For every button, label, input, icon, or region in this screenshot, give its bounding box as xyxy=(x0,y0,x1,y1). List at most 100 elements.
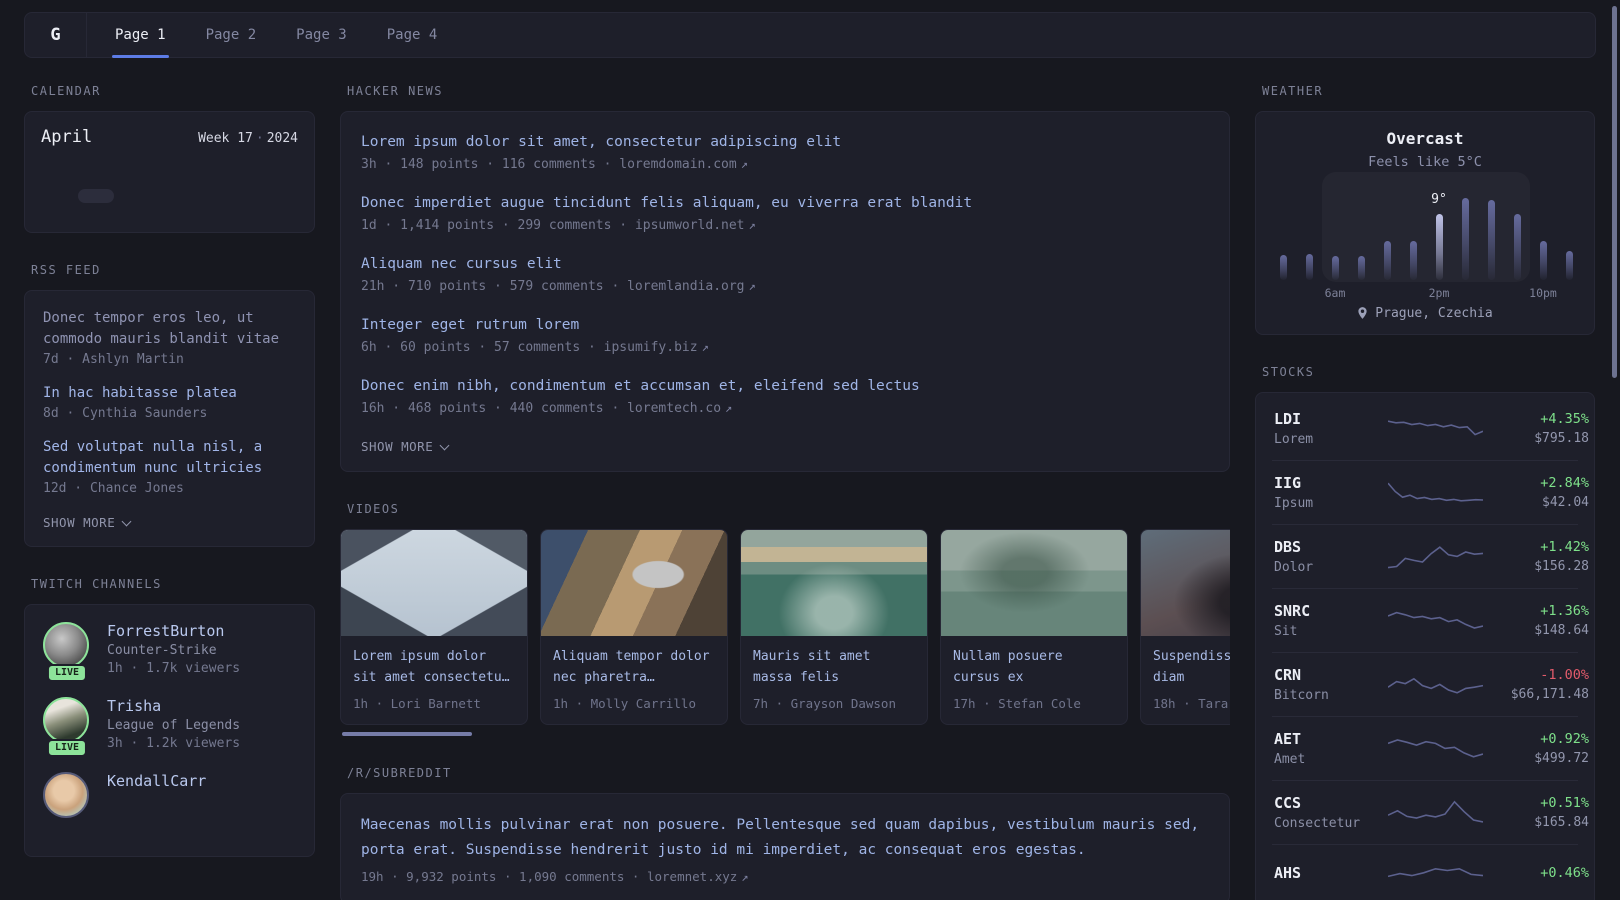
rss-show-more-button[interactable]: SHOW MORE xyxy=(43,515,132,530)
twitch-channel-name: Trisha xyxy=(107,697,162,715)
subreddit-post-meta: 19h · 9,932 points · 1,090 comments · lo… xyxy=(361,869,749,885)
stock-sparkline xyxy=(1388,858,1483,892)
weather-bar-column xyxy=(1478,178,1504,300)
stock-change: +2.84% xyxy=(1540,475,1589,491)
video-title: Mauris sit amet massa felis xyxy=(753,649,871,685)
stock-ticker: CRN xyxy=(1274,666,1302,684)
twitch-channel-row[interactable]: LIVE Trisha League of Legends 3h · 1.2k … xyxy=(43,697,296,757)
rss-item[interactable]: Donec tempor eros leo, ut commodo mauris… xyxy=(43,308,296,367)
page-scrollbar-thumb[interactable] xyxy=(1612,6,1617,378)
stock-change: -1.00% xyxy=(1540,667,1589,683)
stock-row[interactable]: IIG Ipsum +2.84% $42.04 xyxy=(1272,460,1589,524)
calendar-day xyxy=(151,205,188,219)
weather-bar xyxy=(1279,255,1287,280)
weather-bar xyxy=(1513,214,1521,280)
rss-item[interactable]: Sed volutpat nulla nisl, a condimentum n… xyxy=(43,437,296,496)
weather-bar xyxy=(1565,251,1573,280)
twitch-channel-row[interactable]: LIVE ForrestBurton Counter-Strike 1h · 1… xyxy=(43,622,296,682)
video-thumbnail xyxy=(741,530,927,637)
hackernews-show-more-button[interactable]: SHOW MORE xyxy=(361,439,450,454)
hackernews-item: Integer eget rutrum lorem 6h · 60 points… xyxy=(361,314,1209,355)
weather-bar-column xyxy=(1556,178,1582,300)
rss-item-title[interactable]: In hac habitasse platea xyxy=(43,383,296,404)
weather-section: WEATHER Overcast Feels like 5°C 6am 9° 2pm… xyxy=(1255,84,1595,335)
chevron-down-icon xyxy=(121,516,132,526)
hackernews-item-title[interactable]: Donec imperdiet augue tincidunt felis al… xyxy=(361,195,972,211)
hackernews-item-title[interactable]: Donec enim nibh, condimentum et accumsan… xyxy=(361,378,920,394)
videos-scrollbar-thumb[interactable] xyxy=(342,731,472,736)
calendar-day xyxy=(151,189,188,203)
calendar-weekday xyxy=(151,157,188,173)
hackernews-item-meta: 6h · 60 points · 57 comments · ipsumify.… xyxy=(361,340,1209,355)
stock-row[interactable]: SNRC Sit +1.36% $148.64 xyxy=(1272,588,1589,652)
nav-tab[interactable]: Page 1 xyxy=(112,13,169,58)
live-badge: LIVE xyxy=(46,664,88,682)
video-meta: 17h · Stefan Cole xyxy=(953,695,1081,711)
dashboard-page: G Page 1 Page 2 Page 3 Page 4 CALENDAR A… xyxy=(0,0,1620,900)
stocks-section: STOCKS LDI Lorem +4.35% $795.18 IIG Ipsu… xyxy=(1255,365,1595,900)
location-pin-icon xyxy=(1358,306,1367,319)
twitch-channel-meta: 1h · 1.7k viewers xyxy=(107,661,241,676)
rss-item[interactable]: In hac habitasse platea 8d · Cynthia Sau… xyxy=(43,383,296,421)
nav-tab[interactable]: Page 4 xyxy=(387,13,438,57)
stock-row[interactable]: CRN Bitcorn -1.00% $66,171.48 xyxy=(1272,652,1589,716)
hackernews-item-meta: 3h · 148 points · 116 comments · loremdo… xyxy=(361,157,1209,172)
nav-tab[interactable]: Page 3 xyxy=(296,13,347,57)
calendar-day xyxy=(114,189,151,203)
nav-tab-label: Page 1 xyxy=(115,27,166,43)
video-card[interactable]: Suspendisse diam 18h · Tara xyxy=(1140,529,1230,725)
hackernews-item: Donec enim nibh, condimentum et accumsan… xyxy=(361,375,1209,416)
stock-change: +0.92% xyxy=(1540,731,1589,747)
stock-row[interactable]: AET Amet +0.92% $499.72 xyxy=(1272,716,1589,780)
calendar-weekday xyxy=(78,157,115,173)
stock-row[interactable]: LDI Lorem +4.35% $795.18 xyxy=(1272,397,1589,460)
hackernews-item-stats: 21h · 710 points · 579 comments · xyxy=(361,279,620,295)
calendar-day xyxy=(188,189,225,203)
stock-row[interactable]: DBS Dolor +1.42% $156.28 xyxy=(1272,524,1589,588)
hackernews-item-domain[interactable]: loremtech.co xyxy=(627,401,721,416)
section-label-hackernews: HACKER NEWS xyxy=(347,84,443,98)
rss-item-title[interactable]: Sed volutpat nulla nisl, a condimentum n… xyxy=(43,437,296,479)
hackernews-item-title[interactable]: Lorem ipsum dolor sit amet, consectetur … xyxy=(361,134,841,150)
calendar-weekday-row xyxy=(41,157,298,173)
stock-ticker: AET xyxy=(1274,730,1302,748)
calendar-day xyxy=(188,173,225,187)
hackernews-item-domain[interactable]: ipsumworld.net xyxy=(635,218,745,233)
hackernews-item-domain[interactable]: loremdomain.com xyxy=(619,157,736,172)
video-card[interactable]: Nullam posuere cursus ex 17h · Stefan Co… xyxy=(940,529,1128,725)
calendar-card: April Week 17 · 2024 xyxy=(24,111,315,233)
nav-tab[interactable]: Page 2 xyxy=(206,13,257,57)
video-card[interactable]: Lorem ipsum dolor sit amet consectetu… 1… xyxy=(340,529,528,725)
nav-tabs: Page 1 Page 2 Page 3 Page 4 xyxy=(87,13,438,58)
rss-item-title[interactable]: Donec tempor eros leo, ut commodo mauris… xyxy=(43,308,296,350)
hackernews-item-domain[interactable]: loremlandia.org xyxy=(627,279,744,294)
subreddit-post-domain[interactable]: loremnet.xyz xyxy=(647,869,737,884)
video-title: Lorem ipsum dolor sit amet consectetu… xyxy=(353,649,510,685)
section-label-weather: WEATHER xyxy=(1262,84,1324,98)
calendar-weekday xyxy=(114,157,151,173)
stock-ticker: DBS xyxy=(1274,538,1302,556)
calendar-day xyxy=(261,205,298,219)
stock-row[interactable]: CCS Consectetur +0.51% $165.84 xyxy=(1272,780,1589,844)
video-title: Suspendisse diam xyxy=(1153,649,1230,685)
hackernews-item-title[interactable]: Aliquam nec cursus elit xyxy=(361,256,562,272)
weather-bar-column xyxy=(1452,178,1478,300)
stock-sparkline xyxy=(1388,668,1483,702)
weather-bar xyxy=(1357,256,1365,280)
avatar xyxy=(43,622,89,668)
twitch-channel-row[interactable]: KendallCarr xyxy=(43,772,296,818)
twitch-card: LIVE ForrestBurton Counter-Strike 1h · 1… xyxy=(24,604,315,857)
stock-row[interactable]: AHS +0.46% xyxy=(1272,844,1589,900)
hackernews-item-title[interactable]: Integer eget rutrum lorem xyxy=(361,317,579,333)
subreddit-post-title[interactable]: Maecenas mollis pulvinar erat non posuer… xyxy=(361,813,1209,864)
calendar-day xyxy=(225,173,262,187)
hackernews-item-domain[interactable]: ipsumify.biz xyxy=(604,340,698,355)
calendar-day xyxy=(261,173,298,187)
section-label-videos: VIDEOS xyxy=(347,502,400,517)
external-link-icon: ↗ xyxy=(701,340,709,355)
external-link-icon: ↗ xyxy=(741,870,749,885)
video-card[interactable]: Aliquam tempor dolor nec pharetra… 1h · … xyxy=(540,529,728,725)
video-title: Nullam posuere cursus ex xyxy=(953,649,1063,685)
video-card[interactable]: Mauris sit amet massa felis 7h · Grayson… xyxy=(740,529,928,725)
twitch-channel-name: ForrestBurton xyxy=(107,622,225,640)
